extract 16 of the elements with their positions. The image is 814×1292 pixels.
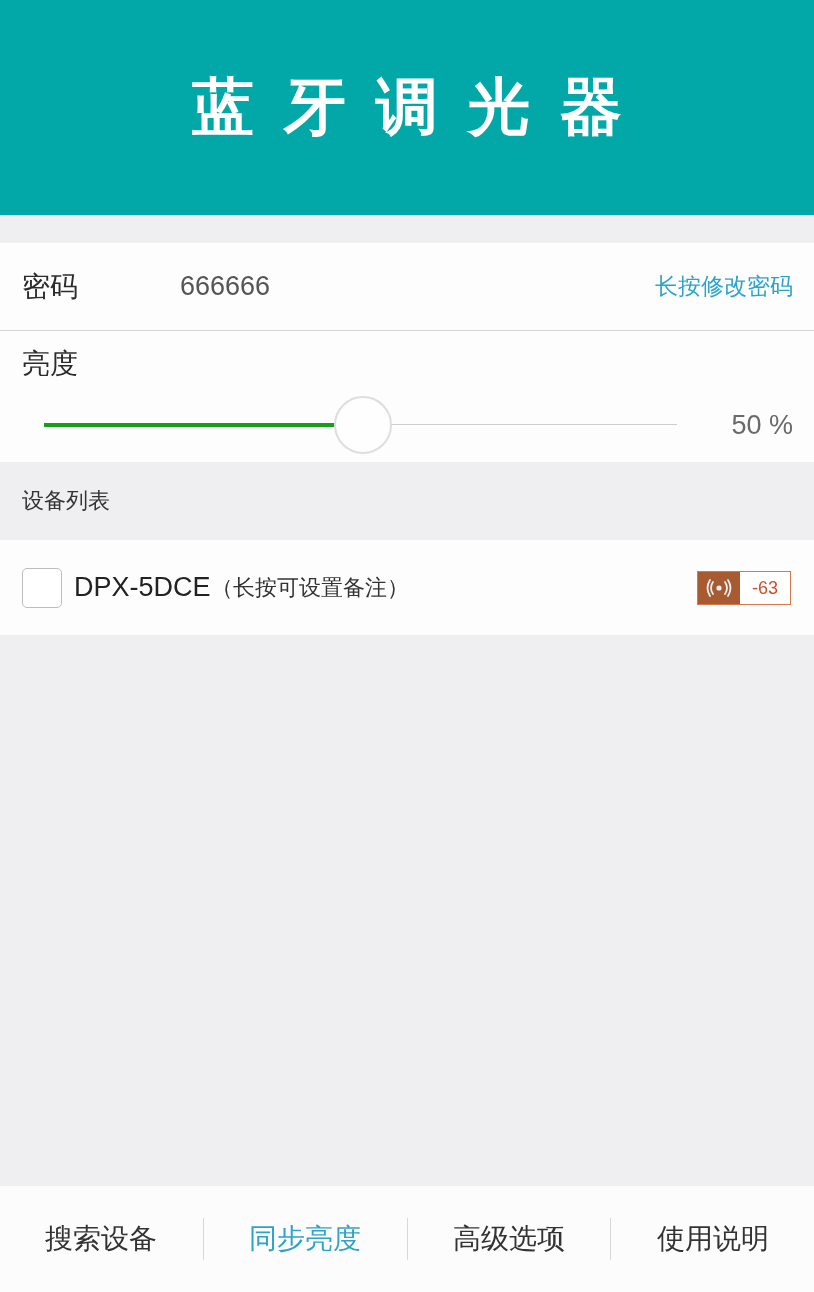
password-label: 密码 <box>22 269 79 304</box>
brightness-reading: 50 % <box>731 409 793 441</box>
wireless-signal-icon <box>698 571 740 604</box>
tab[interactable]: 搜索设备 <box>0 1210 203 1268</box>
tab[interactable]: 使用说明 <box>611 1210 814 1268</box>
brightness-slider-track[interactable] <box>44 396 677 454</box>
device-item[interactable]: DPX-5DCE（长按可设置备注） -63 <box>0 540 814 635</box>
device-name: DPX-5DCE <box>74 572 211 603</box>
app-title: 蓝牙调光器 <box>191 73 652 142</box>
signal-strength: -63 <box>751 576 779 600</box>
checkbox[interactable] <box>22 567 62 608</box>
device-note: （长按可设置备注） <box>210 573 409 602</box>
tab[interactable]: 高级选项 <box>407 1210 611 1268</box>
password-field[interactable]: 666666 <box>180 271 655 302</box>
section-title: 设备列表 <box>22 487 110 515</box>
brightness-label: 亮度 <box>22 347 79 381</box>
